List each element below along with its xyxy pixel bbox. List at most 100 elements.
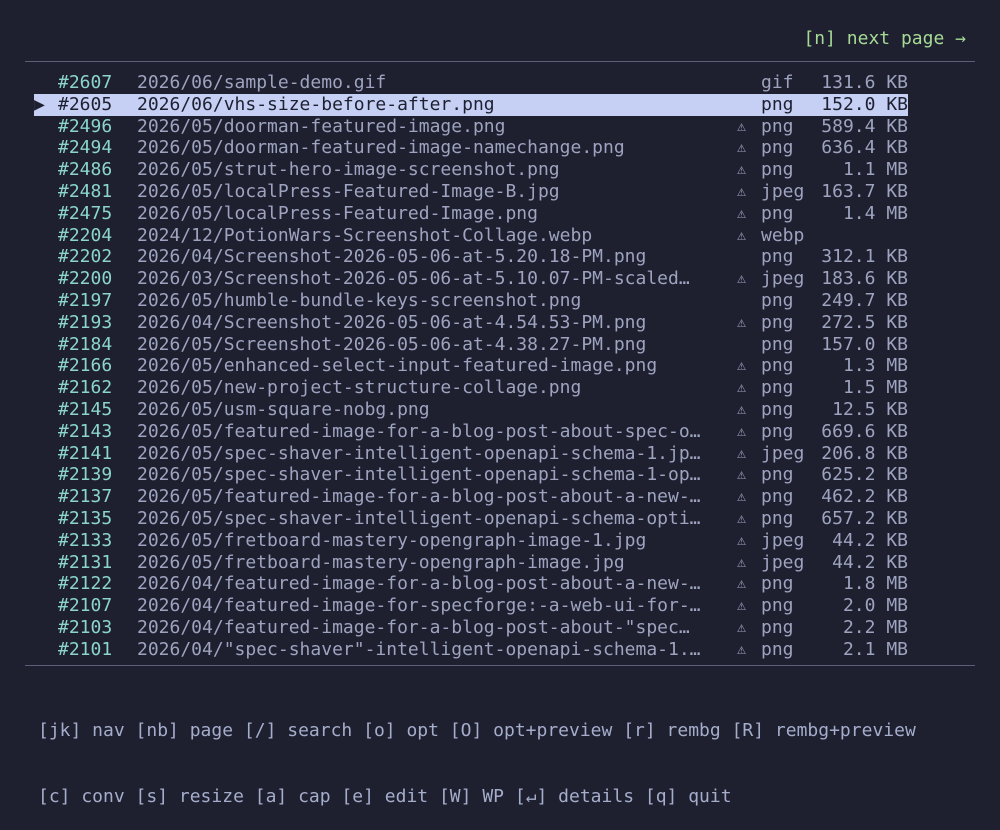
file-path: 2024/12/PotionWars-Screenshot-Collage.we… [137, 224, 593, 246]
file-path: 2026/05/spec-shaver-intelligent-openapi-… [137, 507, 701, 529]
file-id: #2200 [58, 268, 113, 290]
file-id: #2135 [58, 507, 113, 529]
file-row[interactable]: #2202 2026/04/Screenshot-2026-05-06-at-5.… [34, 246, 908, 268]
file-row[interactable]: #2122 2026/04/featured-image-for-a-blog-p… [34, 573, 908, 595]
file-path: 2026/05/doorman-featured-image-namechang… [137, 137, 625, 159]
file-type: jpeg [761, 268, 805, 290]
file-row[interactable]: #2494 2026/05/doorman-featured-image-name… [34, 137, 908, 159]
warning-icon: ⚠ [737, 421, 747, 440]
file-row[interactable]: #2481 2026/05/localPress-Featured-Image-B… [34, 181, 908, 203]
file-id: #2475 [58, 202, 113, 224]
file-id: #2193 [58, 311, 113, 333]
file-type: png [761, 289, 794, 311]
file-path: 2026/05/new-project-structure-collage.pn… [137, 377, 582, 399]
file-type: jpeg [761, 180, 805, 202]
next-page-hint[interactable]: [n] next page → [803, 28, 966, 50]
file-size: 152.0 KB [821, 93, 908, 115]
file-path: 2026/06/sample-demo.gif [137, 72, 387, 93]
file-row[interactable]: #2204 2024/12/PotionWars-Screenshot-Colla… [34, 225, 908, 247]
warning-icon: ⚠ [737, 574, 747, 593]
file-size: 1.1 MB [842, 159, 908, 181]
cursor-arrow-icon: ▶ [34, 93, 45, 115]
file-row[interactable]: #2137 2026/05/featured-image-for-a-blog-p… [34, 486, 908, 508]
file-size: 249.7 KB [821, 289, 908, 311]
file-id: #2131 [58, 551, 113, 573]
file-row[interactable]: #2139 2026/05/spec-shaver-intelligent-ope… [34, 464, 908, 486]
warning-icon: ⚠ [737, 203, 747, 222]
warning-icon: ⚠ [737, 487, 747, 506]
file-id: #2137 [58, 486, 113, 508]
file-row[interactable]: #2193 2026/04/Screenshot-2026-05-06-at-4.… [34, 312, 908, 334]
file-type: png [761, 420, 794, 442]
file-row[interactable]: #2131 2026/05/fretboard-mastery-opengraph… [34, 552, 908, 574]
file-path: 2026/05/doorman-featured-image.png [137, 115, 506, 137]
file-id: #2184 [58, 333, 113, 355]
file-row[interactable]: #2143 2026/05/featured-image-for-a-blog-p… [34, 421, 908, 443]
file-row[interactable]: #2200 2026/03/Screenshot-2026-05-06-at-5.… [34, 268, 908, 290]
file-id: #2204 [58, 224, 113, 246]
file-row[interactable]: #2133 2026/05/fretboard-mastery-opengraph… [34, 530, 908, 552]
file-size: 44.2 KB [832, 529, 908, 551]
file-path: 2026/05/usm-square-nobg.png [137, 398, 430, 420]
file-type: png [761, 486, 794, 508]
file-id: #2605 [58, 93, 113, 115]
file-row[interactable]: #2486 2026/05/strut-hero-image-screenshot… [34, 159, 908, 181]
file-row[interactable]: #2184 2026/05/Screenshot-2026-05-06-at-4.… [34, 334, 908, 356]
file-size: 669.6 KB [821, 420, 908, 442]
file-size: 1.3 MB [842, 355, 908, 377]
file-type: jpeg [761, 551, 805, 573]
file-row[interactable]: #2107 2026/04/featured-image-for-specforg… [34, 595, 908, 617]
file-row[interactable]: #2475 2026/05/localPress-Featured-Image.p… [34, 203, 908, 225]
file-id: #2101 [58, 638, 113, 660]
file-row-selected[interactable]: ▶ #2605 2026/06/vhs-size-before-after.png p… [34, 93, 908, 116]
file-id: #2122 [58, 573, 113, 595]
file-size: 462.2 KB [821, 486, 908, 508]
warning-icon: ⚠ [737, 116, 747, 135]
file-row[interactable]: #2101 2026/04/"spec-shaver"-intelligent-o… [34, 639, 908, 661]
warning-icon: ⚠ [737, 443, 747, 462]
file-size: 272.5 KB [821, 311, 908, 333]
file-type: jpeg [761, 442, 805, 464]
file-id: #2486 [58, 159, 113, 181]
warning-icon: ⚠ [737, 508, 747, 527]
file-type: png [761, 202, 794, 224]
file-path: 2026/04/Screenshot-2026-05-06-at-5.20.18… [137, 246, 647, 268]
file-path: 2026/05/localPress-Featured-Image-B.jpg [137, 180, 560, 202]
file-id: #2103 [58, 616, 113, 638]
file-id: #2607 [58, 72, 113, 93]
warning-icon: ⚠ [737, 552, 747, 571]
warning-icon: ⚠ [737, 225, 747, 244]
file-type: png [761, 595, 794, 617]
file-path: 2026/05/featured-image-for-a-blog-post-a… [137, 486, 701, 508]
file-size: 2.1 MB [842, 638, 908, 660]
file-type: png [761, 137, 794, 159]
file-row[interactable]: #2607 2026/06/sample-demo.gif gif 131.6 KB [34, 72, 908, 94]
file-size: 2.0 MB [842, 595, 908, 617]
file-row[interactable]: #2166 2026/05/enhanced-select-input-featu… [34, 355, 908, 377]
file-type: png [761, 311, 794, 333]
file-size: 1.5 MB [842, 377, 908, 399]
file-path: 2026/05/strut-hero-image-screenshot.png [137, 159, 560, 181]
file-row[interactable]: #2496 2026/05/doorman-featured-image.png ⚠… [34, 116, 908, 138]
file-type: png [761, 377, 794, 399]
file-row[interactable]: #2197 2026/05/humble-bundle-keys-screensh… [34, 290, 908, 312]
warning-icon: ⚠ [737, 465, 747, 484]
file-size: 1.4 MB [842, 202, 908, 224]
file-row[interactable]: #2141 2026/05/spec-shaver-intelligent-ope… [34, 443, 908, 465]
file-id: #2481 [58, 180, 113, 202]
keybinding-help: [jk] nav [nb] page [/] search [o] opt [O… [38, 676, 916, 830]
file-path: 2026/05/Screenshot-2026-05-06-at-4.38.27… [137, 333, 647, 355]
warning-icon: ⚠ [737, 596, 747, 615]
file-row[interactable]: #2135 2026/05/spec-shaver-intelligent-ope… [34, 508, 908, 530]
warning-icon: ⚠ [737, 356, 747, 375]
file-type: gif [761, 72, 794, 93]
file-size: 206.8 KB [821, 442, 908, 464]
file-path: 2026/05/fretboard-mastery-opengraph-imag… [137, 551, 625, 573]
file-list[interactable]: #2607 2026/06/sample-demo.gif gif 131.6 KB ▶… [34, 72, 908, 661]
file-row[interactable]: #2162 2026/05/new-project-structure-colla… [34, 377, 908, 399]
file-row[interactable]: #2145 2026/05/usm-square-nobg.png ⚠ png 12.5… [34, 399, 908, 421]
file-type: png [761, 464, 794, 486]
file-row[interactable]: #2103 2026/04/featured-image-for-a-blog-p… [34, 617, 908, 639]
file-size: 183.6 KB [821, 268, 908, 290]
warning-icon: ⚠ [737, 138, 747, 157]
